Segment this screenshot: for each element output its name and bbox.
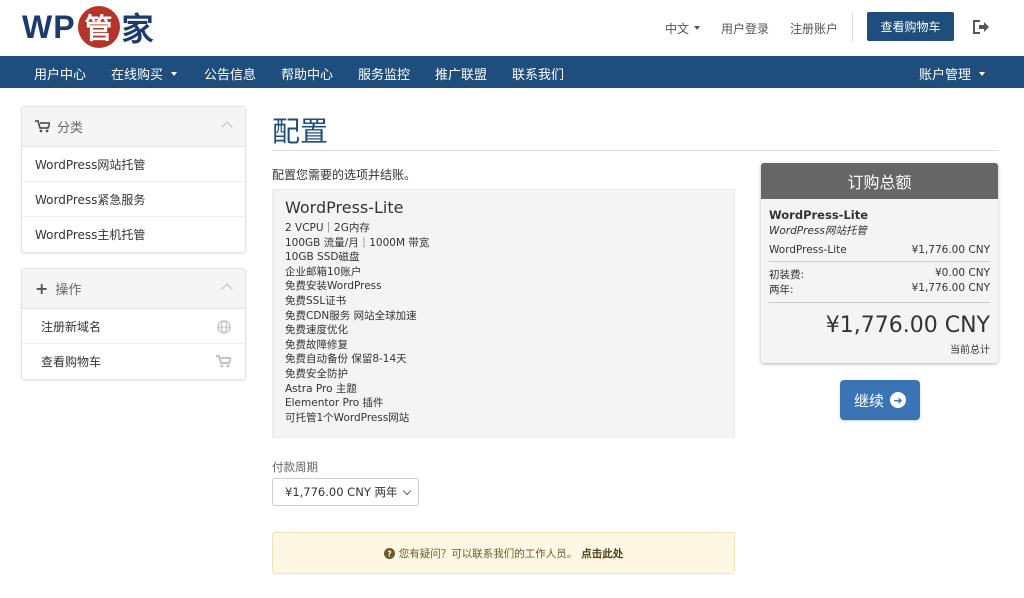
top-header: WP 管 家 中文 用户登录 注册账户 查看购物车 [0, 0, 1024, 56]
page-title: 配置 [272, 115, 329, 148]
categories-panel-header[interactable]: 分类 [22, 107, 245, 147]
product-feature: Elementor Pro 插件 [285, 397, 384, 410]
period-value: ¥1,776.00 CNY [911, 282, 990, 294]
help-notice: ? 您有疑问？可以联系我们的工作人员。 点击此处 [272, 532, 735, 574]
chevron-down-icon [694, 26, 701, 30]
top-links: 中文 用户登录 注册账户 [665, 18, 859, 38]
product-feature: 免费故障修复 [285, 338, 348, 351]
product-feature: 免费速度优化 [285, 324, 348, 337]
nav-buy-online-label: 在线购买 [111, 68, 164, 83]
logo-suffix: 家 [121, 10, 154, 48]
logo-wp: WP [22, 8, 76, 45]
order-summary-title: 订购总额 [761, 163, 998, 199]
product-feature: 企业邮箱10账户 [285, 265, 362, 278]
billing-cycle-select[interactable]: ¥1,776.00 CNY 两年 [272, 478, 419, 506]
setup-fee-value: ¥0.00 CNY [935, 267, 990, 279]
product-feature: 2 VCPU｜2G内存 [285, 222, 370, 234]
product-feature: 10GB SSD磁盘 [285, 251, 360, 264]
continue-button[interactable]: 继续 ➜ [840, 380, 920, 420]
site-logo[interactable]: WP 管 家 [22, 5, 154, 49]
order-summary: 订购总额 WordPress-Lite WordPress网站托管 WordPr… [761, 163, 998, 363]
summary-line-name: WordPress-Lite [769, 244, 847, 256]
actions-panel-header[interactable]: + 操作 [22, 269, 245, 309]
summary-divider [769, 302, 990, 303]
categories-panel: 分类 WordPress网站托管 WordPress紧急服务 WordPress… [21, 106, 246, 253]
actions-title: 操作 [55, 283, 82, 298]
chevron-down-icon [979, 71, 986, 76]
sidebar-item-wp-server[interactable]: WordPress主机托管 [22, 217, 245, 252]
globe-icon [217, 320, 231, 334]
help-link[interactable]: 点击此处 [581, 546, 623, 561]
product-feature: 免费SSL证书 [285, 294, 347, 307]
view-cart-label: 查看购物车 [41, 355, 102, 369]
product-feature: 免费安全防护 [285, 367, 348, 380]
billing-cycle-value: ¥1,776.00 CNY 两年 [285, 485, 398, 499]
product-feature: 免费安装WordPress [285, 280, 382, 293]
summary-setup-fee: 初装费: ¥0.00 CNY [769, 267, 990, 282]
summary-total-label: 当前总计 [950, 345, 990, 356]
plus-icon: + [35, 278, 49, 298]
nav-help-center[interactable]: 帮助中心 [281, 64, 333, 83]
product-feature: 可托管1个WordPress网站 [285, 411, 410, 424]
sidebar-item-register-domain[interactable]: 注册新域名 [22, 309, 245, 344]
register-domain-label: 注册新域名 [41, 319, 102, 334]
nav-account-menu[interactable]: 账户管理 [919, 64, 986, 83]
nav-affiliate[interactable]: 推广联盟 [435, 64, 487, 83]
summary-line-item: WordPress-Lite ¥1,776.00 CNY [769, 244, 990, 256]
login-link[interactable]: 用户登录 [721, 20, 769, 37]
product-info-box: WordPress-Lite 2 VCPU｜2G内存 100GB 流量/月｜10… [272, 189, 735, 438]
sidebar-item-view-cart[interactable]: 查看购物车 [22, 344, 245, 379]
intro-text: 配置您需要的选项并结账。 [272, 168, 417, 182]
language-label: 中文 [665, 21, 690, 36]
main-navbar: 用户中心 在线购买 公告信息 帮助中心 服务监控 推广联盟 联系我们 账户管理 [0, 56, 1024, 88]
view-cart-button[interactable]: 查看购物车 [867, 12, 954, 41]
question-circle-icon: ? [383, 547, 395, 559]
summary-product-group: WordPress网站托管 [769, 225, 867, 237]
continue-label: 继续 [853, 391, 884, 410]
nav-contact-us[interactable]: 联系我们 [512, 64, 564, 83]
title-divider [272, 150, 998, 151]
nav-announcements[interactable]: 公告信息 [204, 64, 256, 83]
help-text: 您有疑问？可以联系我们的工作人员。 [398, 547, 578, 560]
arrow-right-icon: ➜ [890, 392, 906, 408]
order-summary-body: WordPress-Lite WordPress网站托管 WordPress-L… [761, 199, 998, 356]
product-feature: Astra Pro 主题 [285, 382, 357, 395]
summary-product-name: WordPress-Lite [769, 208, 869, 222]
chevron-down-icon [402, 486, 412, 496]
nav-user-center[interactable]: 用户中心 [34, 64, 86, 83]
product-name: WordPress-Lite [285, 198, 404, 217]
chevron-up-icon[interactable] [221, 121, 233, 133]
product-feature: 免费自动备份 保留8-14天 [285, 353, 407, 366]
sidebar-item-wp-emergency[interactable]: WordPress紧急服务 [22, 182, 245, 217]
chevron-up-icon[interactable] [221, 283, 233, 295]
summary-line-price: ¥1,776.00 CNY [911, 244, 990, 256]
setup-fee-label: 初装费: [769, 269, 805, 281]
register-link[interactable]: 注册账户 [790, 20, 838, 37]
period-label: 两年: [769, 284, 794, 296]
summary-total: ¥1,776.00 CNY [825, 313, 990, 338]
svg-text:?: ? [387, 549, 392, 558]
header-divider [852, 12, 853, 42]
logo-circle: 管 [77, 6, 120, 48]
language-dropdown[interactable]: 中文 [665, 20, 701, 37]
logout-icon[interactable] [970, 17, 990, 37]
product-feature: 100GB 流量/月｜1000M 带宽 [285, 236, 430, 249]
summary-divider [769, 261, 990, 262]
sidebar-item-wp-hosting[interactable]: WordPress网站托管 [22, 147, 245, 182]
chevron-down-icon [171, 71, 178, 76]
nav-account-label: 账户管理 [919, 68, 972, 83]
product-feature: 免费CDN服务 网站全球加速 [285, 309, 417, 322]
summary-period: 两年: ¥1,776.00 CNY [769, 282, 990, 297]
nav-buy-online[interactable]: 在线购买 [111, 64, 178, 83]
cart-icon [35, 120, 50, 133]
billing-cycle-label: 付款周期 [272, 460, 318, 474]
categories-title: 分类 [57, 121, 84, 136]
actions-panel: + 操作 注册新域名 查看购物车 [21, 268, 246, 380]
nav-service-monitor[interactable]: 服务监控 [358, 64, 410, 83]
cart-icon [216, 355, 231, 368]
